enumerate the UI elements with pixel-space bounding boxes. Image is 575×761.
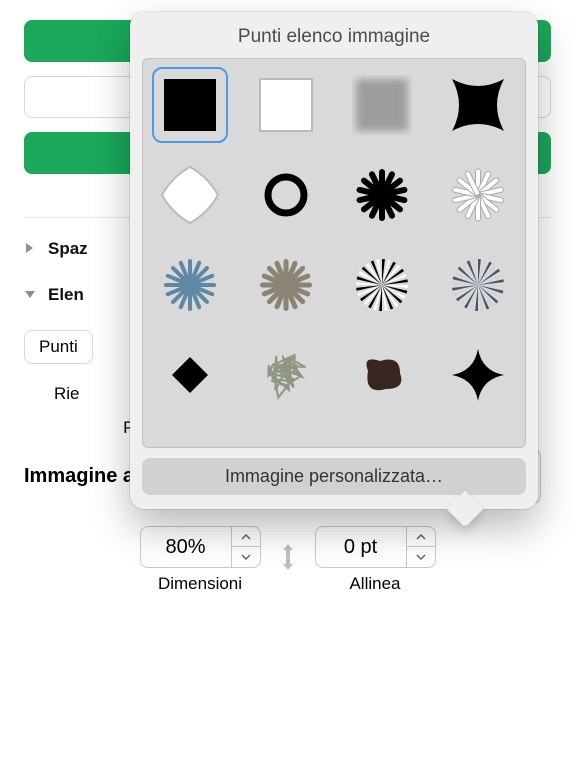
vertical-align-icon <box>279 542 297 579</box>
bullet-option-black-ring[interactable] <box>248 157 324 233</box>
dimension-input[interactable] <box>141 527 231 567</box>
align-step-down[interactable] <box>407 547 435 567</box>
gray-square-soft-icon <box>352 75 412 135</box>
bullet-grid <box>142 58 526 448</box>
black-sparkle-icon <box>448 345 508 405</box>
bullet-option-black-sparkle[interactable] <box>440 337 516 413</box>
bullet-option-sunburst-slate[interactable] <box>440 247 516 323</box>
chevron-down-icon <box>24 284 42 305</box>
dimension-step-up[interactable] <box>232 527 260 547</box>
white-starburst-icon <box>448 165 508 225</box>
bullet-option-white-square[interactable] <box>248 67 324 143</box>
black-diamond-icon <box>160 345 220 405</box>
sunburst-bw-icon <box>352 255 412 315</box>
bullets-type-button[interactable]: Punti <box>24 330 93 364</box>
custom-image-button[interactable]: Immagine personalizzata… <box>142 458 526 495</box>
dimension-label: Dimensioni <box>158 574 242 594</box>
bullet-option-black-diamond[interactable] <box>152 337 228 413</box>
bullet-option-white-quatrefoil[interactable] <box>152 157 228 233</box>
bullet-option-brown-blob[interactable] <box>344 337 420 413</box>
popover-title: Punti elenco immagine <box>130 12 538 58</box>
bullet-option-black-quatrefoil-concave[interactable] <box>440 67 516 143</box>
bullet-option-blue-starburst[interactable] <box>152 247 228 323</box>
bullet-option-scribble-gray[interactable] <box>248 337 324 413</box>
black-quatrefoil-concave-icon <box>448 75 508 135</box>
black-square-icon <box>160 75 220 135</box>
align-label: Allinea <box>349 574 400 594</box>
sunburst-slate-icon <box>448 255 508 315</box>
scribble-gray-icon <box>256 345 316 405</box>
chevron-right-icon <box>24 238 42 259</box>
bullet-option-gray-square-soft[interactable] <box>344 67 420 143</box>
bullets-type-label: Punti <box>39 337 78 356</box>
white-square-icon <box>256 75 316 135</box>
align-stepper[interactable] <box>315 526 436 568</box>
bullet-option-black-starburst[interactable] <box>344 157 420 233</box>
white-quatrefoil-icon <box>160 165 220 225</box>
brown-blob-icon <box>352 345 412 405</box>
dimension-stepper[interactable] <box>140 526 261 568</box>
blue-starburst-icon <box>160 255 220 315</box>
spacing-label: Spaz <box>48 239 88 259</box>
align-step-up[interactable] <box>407 527 435 547</box>
bullet-option-black-square[interactable] <box>152 67 228 143</box>
black-ring-icon <box>256 165 316 225</box>
align-input[interactable] <box>316 527 406 567</box>
black-starburst-icon <box>352 165 412 225</box>
bullet-option-taupe-starburst[interactable] <box>248 247 324 323</box>
list-section-label: Elen <box>48 285 84 305</box>
taupe-starburst-icon <box>256 255 316 315</box>
bullet-option-sunburst-bw[interactable] <box>344 247 420 323</box>
custom-image-label: Immagine personalizzata… <box>225 466 443 486</box>
dimension-step-down[interactable] <box>232 547 260 567</box>
image-bullets-popover: Punti elenco immagine Immagine personali… <box>130 12 538 509</box>
bullet-option-white-starburst[interactable] <box>440 157 516 233</box>
